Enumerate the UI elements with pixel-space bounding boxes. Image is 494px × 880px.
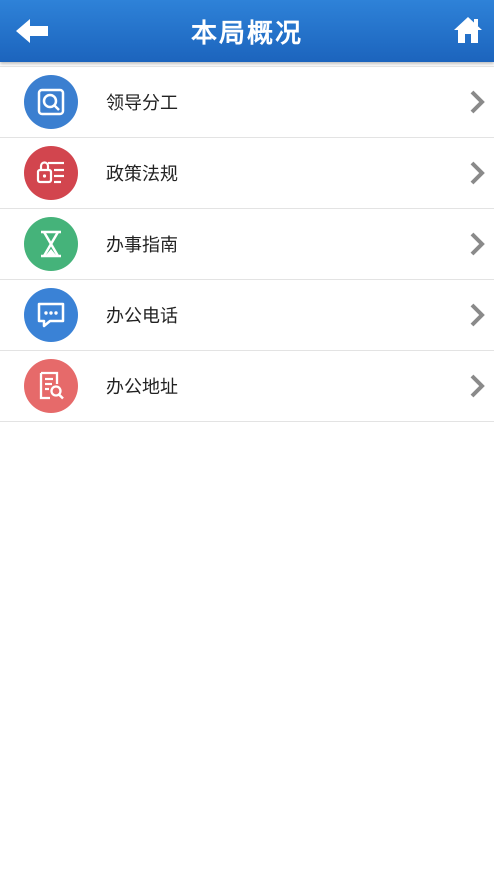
menu-item-icon-bg: [24, 217, 78, 271]
menu-item-label: 办公地址: [106, 377, 178, 398]
back-button[interactable]: [16, 17, 50, 45]
home-button[interactable]: [452, 14, 484, 46]
menu-item-guide[interactable]: 办事指南: [0, 209, 494, 280]
menu-list: 领导分工 政策法规 办事指南 办公电话 办公地址: [0, 66, 494, 422]
page-title: 本局概况: [190, 18, 303, 49]
menu-item-icon-bg: [24, 359, 78, 413]
doc-search-icon: [39, 371, 64, 400]
home-icon: [454, 17, 482, 43]
menu-item-label: 领导分工: [106, 93, 178, 114]
chevron-right-icon: [470, 374, 485, 398]
hourglass-icon: [41, 230, 61, 258]
chevron-right-icon: [470, 303, 485, 327]
menu-item-icon-bg: [24, 146, 78, 200]
menu-item-icon-bg: [24, 75, 78, 129]
menu-item-leadership[interactable]: 领导分工: [0, 67, 494, 138]
search-doc-icon: [37, 88, 65, 116]
menu-item-icon-bg: [24, 288, 78, 342]
chevron-right-icon: [470, 232, 485, 256]
menu-item-label: 办事指南: [106, 235, 178, 256]
chevron-right-icon: [470, 90, 485, 114]
chevron-right-icon: [470, 161, 485, 185]
lock-list-icon: [36, 161, 64, 184]
arrow-left-icon: [16, 19, 48, 43]
menu-item-address[interactable]: 办公地址: [0, 351, 494, 422]
menu-item-label: 办公电话: [106, 306, 178, 327]
app-header: 本局概况: [0, 0, 494, 62]
menu-item-policies[interactable]: 政策法规: [0, 138, 494, 209]
menu-item-label: 政策法规: [106, 164, 178, 185]
menu-item-phone[interactable]: 办公电话: [0, 280, 494, 351]
message-icon: [37, 302, 65, 328]
